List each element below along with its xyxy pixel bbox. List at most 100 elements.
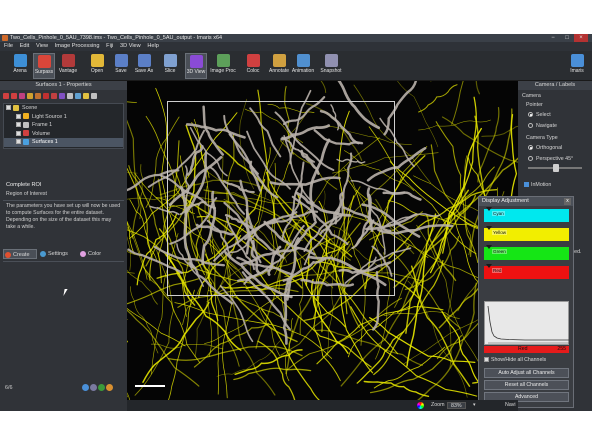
toolbar-open-button[interactable]: Open [86,53,108,79]
animation-icon [296,54,310,67]
tree-object-icon [23,121,29,128]
toolbar-image-proc-button[interactable]: Image Proc [210,53,236,79]
object-tool-icon[interactable] [59,93,65,99]
section-subtitle: Region of Interest [6,191,47,197]
visibility-checkbox[interactable] [16,139,21,145]
back-icon[interactable] [82,384,89,391]
menu-view[interactable]: View [36,43,48,49]
object-tool-icon[interactable] [67,93,73,99]
mouse-cursor-icon [63,289,68,296]
finish-icon[interactable] [106,384,113,391]
reset-channels-button[interactable]: Reset all Channels [484,380,569,390]
channel-red[interactable]: Red [484,264,569,279]
histogram[interactable] [484,301,569,345]
toolbar-3d-view-button[interactable]: 3D View [185,53,207,79]
object-tool-icon[interactable] [51,93,57,99]
zoom-label: Zoom [431,402,445,408]
navigate-radio[interactable]: Navigate [528,123,557,129]
visibility-checkbox[interactable] [16,113,21,119]
3d-viewport[interactable] [127,81,518,400]
save-disk-icon [114,54,128,67]
tree-item-scene[interactable]: Scene [4,104,123,113]
tree-item-light-source-1[interactable]: Light Source 1 [4,113,123,122]
toolbar-arena-button[interactable]: Arena [9,53,31,79]
menu-3d-view[interactable]: 3D View [120,43,141,49]
forward-icon[interactable] [98,384,105,391]
filament [127,119,140,239]
close-icon[interactable]: × [574,34,588,42]
orthogonal-radio[interactable]: Orthogonal [528,145,562,151]
filament [481,125,518,137]
dialog-title: Display Adjustment [479,197,573,206]
show-hide-checkbox[interactable]: Show/Hide all Channels [484,357,546,363]
object-tool-icon[interactable] [83,93,89,99]
menu-edit[interactable]: Edit [20,43,30,49]
toolbar-save-button[interactable]: Save [110,53,132,79]
filament [216,339,282,377]
tab-settings[interactable]: Settings [39,249,77,259]
minimize-icon[interactable]: − [546,34,560,42]
perspective-slider[interactable] [528,164,582,172]
filament [418,84,458,113]
object-tool-icon[interactable] [91,93,97,99]
channel-cyan[interactable]: Cyan [484,207,569,222]
color-wheel-icon[interactable] [417,402,424,409]
filament [475,81,481,95]
tab-color[interactable]: Color [79,249,109,259]
slider-knob[interactable] [553,164,559,172]
perspective-radio[interactable]: Perspective 45° [528,156,573,162]
visibility-checkbox[interactable] [16,130,21,136]
scene-tree[interactable]: Scene Light Source 1 Frame 1 Volume Surfaces… [3,103,124,149]
main-toolbar: Arena Surpass Vantage Open Save Save As Slice 3… [0,51,592,81]
menu-help[interactable]: Help [147,43,159,49]
tree-item-frame-1[interactable]: Frame 1 [4,121,123,130]
histogram-curve [487,305,569,344]
menu-image-processing[interactable]: Image Processing [55,43,100,49]
zoom-select[interactable]: 83% [447,402,466,409]
arena-icon [13,54,27,67]
object-tool-icon[interactable] [43,93,49,99]
toolbar-vantage-button[interactable]: Vantage [57,53,79,79]
toolbar-annotate-button[interactable]: Annotate [268,53,290,79]
tree-object-icon [23,113,29,120]
annotate-icon [272,54,286,67]
surpass-icon [37,55,51,68]
object-tool-icon[interactable] [3,93,9,99]
object-tool-icon[interactable] [27,93,33,99]
menu-fiji[interactable]: Fiji [106,43,113,49]
object-tool-icon[interactable] [19,93,25,99]
tree-item-surfaces-1[interactable]: Surfaces 1 [4,138,123,147]
toolbar-coloc-button[interactable]: Coloc [242,53,264,79]
channel-green[interactable]: Green [484,245,569,260]
visibility-checkbox[interactable] [6,105,11,111]
object-tool-icon[interactable] [11,93,17,99]
open-folder-icon [90,54,104,67]
object-tool-icon[interactable] [75,93,81,99]
object-tool-icon[interactable] [35,93,41,99]
auto-adjust-button[interactable]: Auto Adjust all Channels [484,368,569,378]
dialog-close-icon[interactable]: x [564,198,571,205]
tree-item-volume[interactable]: Volume [4,130,123,139]
toolbar-surpass-button[interactable]: Surpass [33,53,55,79]
toolbar-save-as-button[interactable]: Save As [133,53,155,79]
channel-yellow[interactable]: Yellow [484,226,569,241]
tab-create[interactable]: Create [3,249,37,259]
toolbar-slice-button[interactable]: Slice [159,53,181,79]
roi-box[interactable] [167,101,395,296]
image-proc-icon [216,54,230,67]
menu-file[interactable]: File [4,43,13,49]
toolbar-animation-button[interactable]: Animation [292,53,314,79]
page-background [0,411,592,444]
tree-object-icon [13,104,19,111]
select-radio[interactable]: Select [528,112,551,118]
visibility-checkbox[interactable] [16,122,21,128]
cancel-icon[interactable] [90,384,97,391]
tree-object-icon [23,138,29,145]
inmotion-icon [524,182,529,188]
toolbar-snapshot-button[interactable]: Snapshot [320,53,342,79]
red-range-bar[interactable]: Red 255 [484,346,569,353]
zoom-dropdown-icon[interactable]: ▾ [473,400,476,411]
menu-bar: File Edit View Image Processing Fiji 3D … [0,42,592,51]
maximize-icon[interactable]: □ [560,34,574,42]
toolbar-imaris-button[interactable]: Imaris [566,53,588,79]
